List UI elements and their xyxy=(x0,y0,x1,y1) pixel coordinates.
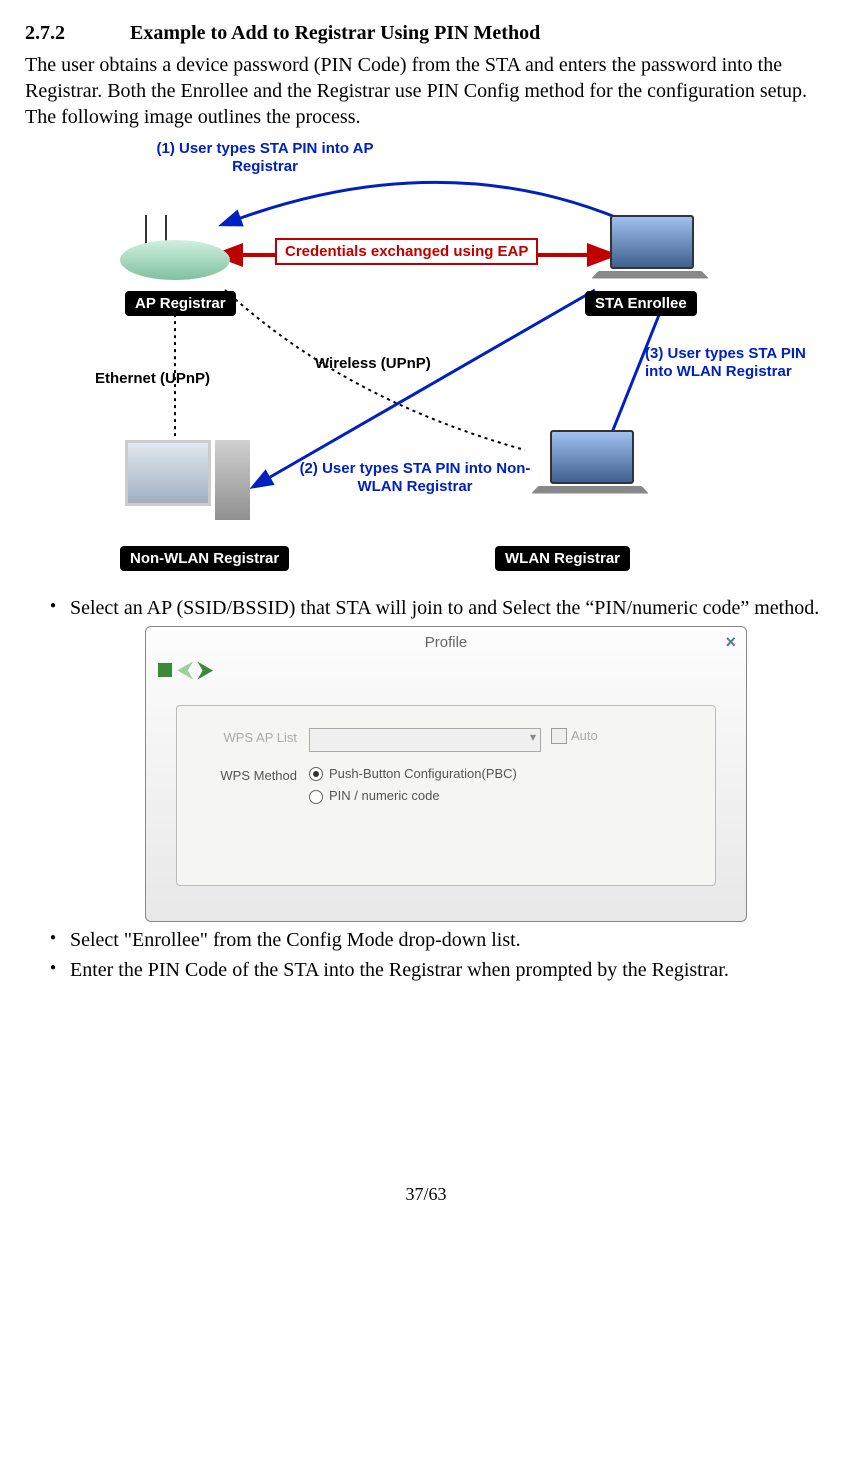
radio-pbc-label: Push-Button Configuration(PBC) xyxy=(329,766,517,781)
wlan-laptop-icon xyxy=(535,430,645,500)
credentials-box: Credentials exchanged using EAP xyxy=(275,243,538,261)
nav-stop-icon[interactable] xyxy=(158,663,172,677)
nav-forward-icon[interactable]: ⮞ xyxy=(198,657,212,683)
non-wlan-registrar-label: Non-WLAN Registrar xyxy=(120,550,289,568)
auto-label: Auto xyxy=(571,728,598,745)
section-heading: 2.7.2Example to Add to Registrar Using P… xyxy=(25,20,827,46)
intro-paragraph: The user obtains a device password (PIN … xyxy=(25,52,827,130)
wps-ap-list-label: WPS AP List xyxy=(197,728,309,747)
page-number: 37/63 xyxy=(25,1183,827,1206)
router-icon xyxy=(120,220,240,280)
wireless-label: Wireless (UPnP) xyxy=(315,355,431,373)
diagram-step2: (2) User types STA PIN into Non-WLAN Reg… xyxy=(295,460,535,496)
sta-laptop-icon xyxy=(595,215,705,285)
ap-registrar-label: AP Registrar xyxy=(125,295,236,313)
diagram-step1: (1) User types STA PIN into AP Registrar xyxy=(155,140,375,176)
profile-dialog: Profile × ⮜ ⮞ WPS AP List Auto WPS Metho… xyxy=(145,626,747,922)
profile-nav: ⮜ ⮞ xyxy=(158,657,213,683)
wps-method-label: WPS Method xyxy=(197,766,309,785)
profile-title: Profile xyxy=(425,634,468,651)
auto-checkbox[interactable] xyxy=(551,728,567,744)
radio-pin[interactable] xyxy=(309,790,323,804)
bullet-item: Select "Enrollee" from the Config Mode d… xyxy=(50,927,827,953)
close-icon[interactable]: × xyxy=(725,631,736,654)
pin-method-diagram: (1) User types STA PIN into AP Registrar… xyxy=(105,140,825,585)
bullet-item: Select an AP (SSID/BSSID) that STA will … xyxy=(50,595,827,621)
wlan-registrar-label: WLAN Registrar xyxy=(495,550,630,568)
diagram-step3: (3) User types STA PIN into WLAN Registr… xyxy=(645,345,825,381)
radio-pbc[interactable] xyxy=(309,767,323,781)
section-title: Example to Add to Registrar Using PIN Me… xyxy=(130,22,540,44)
bullet-list-1: Select an AP (SSID/BSSID) that STA will … xyxy=(25,595,827,621)
sta-enrollee-label: STA Enrollee xyxy=(585,295,697,313)
nav-back-icon[interactable]: ⮜ xyxy=(178,657,192,683)
wps-ap-list-combo[interactable] xyxy=(309,728,541,752)
desktop-icon xyxy=(125,440,265,540)
bullet-item: Enter the PIN Code of the STA into the R… xyxy=(50,957,827,983)
radio-pin-label: PIN / numeric code xyxy=(329,788,440,803)
profile-form: WPS AP List Auto WPS Method Push-Button … xyxy=(176,705,716,887)
ethernet-label: Ethernet (UPnP) xyxy=(95,370,210,388)
bullet-list-2: Select "Enrollee" from the Config Mode d… xyxy=(25,927,827,983)
section-number: 2.7.2 xyxy=(25,20,130,46)
